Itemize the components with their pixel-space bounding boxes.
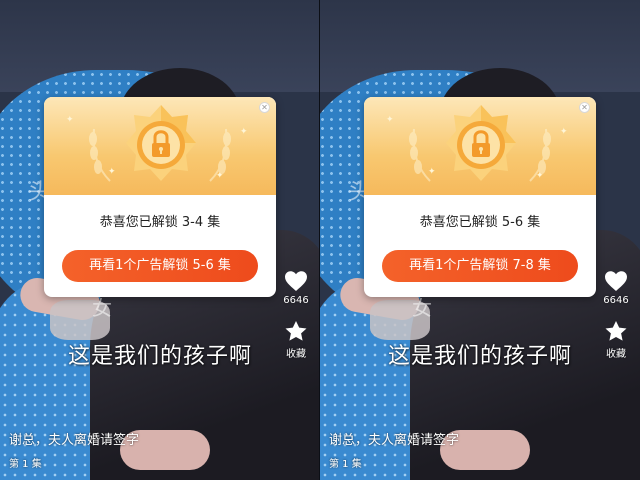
video-subtitle: 这是我们的孩子啊 <box>67 344 252 369</box>
drama-title[interactable]: 谢总，夫人离婚请签字 <box>329 429 459 448</box>
episode-label[interactable]: 第 1 集 <box>9 455 42 470</box>
favorite-label: 收藏 <box>606 349 626 360</box>
popup-header: ✦ ✦ ✦ ✦ ✕ <box>44 97 276 195</box>
popup-header: ✦ ✦ ✦ ✦ ✕ <box>364 97 596 195</box>
star-icon <box>285 321 307 341</box>
favorite-label: 收藏 <box>286 349 306 360</box>
laurel-icon <box>409 128 431 182</box>
video-screen-left: 头 女 这是我们的孩子啊 6646 收藏 谢总，夫人离婚请签字 第 1 集 ✦ <box>0 0 320 480</box>
drama-title[interactable]: 谢总，夫人离婚请签字 <box>9 429 139 448</box>
heart-icon <box>285 271 307 291</box>
episode-label[interactable]: 第 1 集 <box>329 455 362 470</box>
close-button[interactable]: ✕ <box>579 102 590 113</box>
close-icon: ✕ <box>261 103 268 112</box>
close-button[interactable]: ✕ <box>259 102 270 113</box>
favorite-button[interactable]: 收藏 <box>278 320 314 360</box>
unlock-popup: ✦ ✦ ✦ ✦ <box>44 97 276 297</box>
heart-icon <box>605 271 627 291</box>
comparison-screens: 头 女 这是我们的孩子啊 6646 收藏 谢总，夫人离婚请签字 第 1 集 ✦ <box>0 0 640 480</box>
unlock-popup: ✦ ✦ ✦ ✦ <box>364 97 596 297</box>
like-count: 6646 <box>283 295 309 306</box>
star-icon <box>605 321 627 341</box>
close-icon: ✕ <box>581 103 588 112</box>
video-screen-right: 头 女 这是我们的孩子啊 6646 收藏 谢总，夫人离婚请签字 第 1 集 ✦ <box>320 0 640 480</box>
unlock-message: 恭喜您已解锁 5-6 集 <box>419 215 541 230</box>
lock-medal-icon <box>126 105 196 181</box>
like-button[interactable]: 6646 <box>598 270 634 306</box>
video-subtitle: 这是我们的孩子啊 <box>387 344 572 369</box>
unlock-message: 恭喜您已解锁 3-4 集 <box>99 215 221 230</box>
side-actions: 6646 收藏 <box>278 270 314 374</box>
side-actions: 6646 收藏 <box>598 270 634 374</box>
watch-ad-unlock-button[interactable]: 再看1个广告解锁 5-6 集 <box>62 250 258 282</box>
watch-ad-unlock-button[interactable]: 再看1个广告解锁 7-8 集 <box>382 250 578 282</box>
laurel-icon <box>89 128 111 182</box>
laurel-icon <box>529 128 551 182</box>
like-button[interactable]: 6646 <box>278 270 314 306</box>
favorite-button[interactable]: 收藏 <box>598 320 634 360</box>
like-count: 6646 <box>603 295 629 306</box>
laurel-icon <box>209 128 231 182</box>
lock-medal-icon <box>446 105 516 181</box>
